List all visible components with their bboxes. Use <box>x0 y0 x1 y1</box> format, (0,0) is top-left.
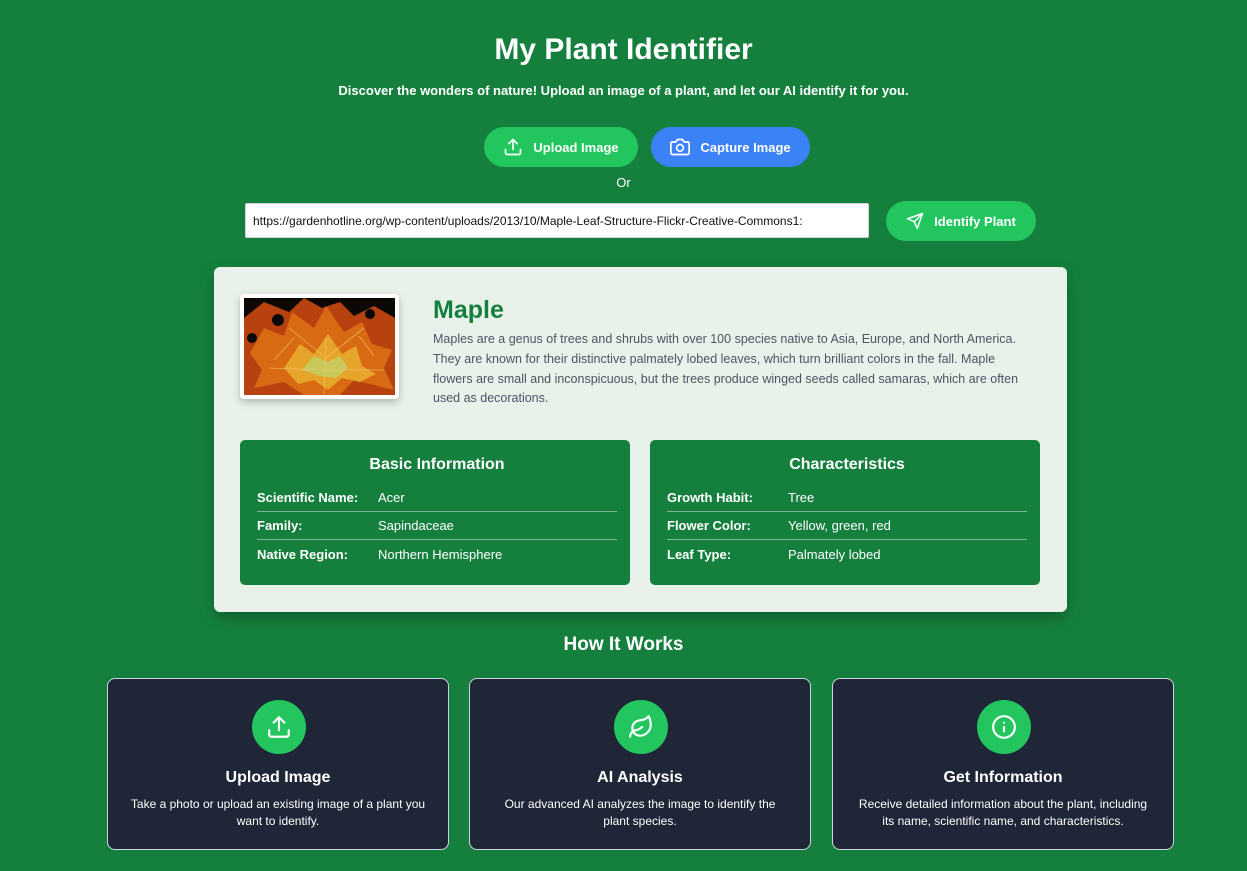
info-label: Leaf Type: <box>667 546 732 562</box>
info-label: Native Region: <box>257 546 349 562</box>
info-value: Northern Hemisphere <box>378 546 503 562</box>
result-card: Maple Maples are a genus of trees and sh… <box>214 267 1067 612</box>
info-row-flower-color: Flower Color: Yellow, green, red <box>667 512 1027 540</box>
upload-image-label: Upload Image <box>533 139 619 155</box>
step-card-ai-analysis: AI Analysis Our advanced AI analyzes the… <box>469 678 811 850</box>
how-it-works-title: How It Works <box>563 634 684 655</box>
step-icon-circle <box>252 700 306 754</box>
or-separator: Or <box>616 175 631 190</box>
info-label: Family: <box>257 518 303 533</box>
step-card-get-information: Get Information Receive detailed informa… <box>832 678 1174 850</box>
step-description: Receive detailed information about the p… <box>858 797 1148 828</box>
info-row-family: Family: Sapindaceae <box>257 512 617 540</box>
info-row-leaf-type: Leaf Type: Palmately lobed <box>667 540 1027 568</box>
info-row-scientific-name: Scientific Name: Acer <box>257 484 617 512</box>
upload-icon <box>505 138 522 156</box>
plant-name: Maple <box>433 296 504 324</box>
info-value: Yellow, green, red <box>788 518 891 533</box>
info-value: Acer <box>378 490 405 505</box>
step-title: AI Analysis <box>597 769 683 786</box>
image-url-input[interactable] <box>245 203 869 238</box>
info-icon <box>992 715 1016 739</box>
step-title: Upload Image <box>225 769 331 786</box>
basic-information-title: Basic Information <box>369 456 505 473</box>
step-description: Our advanced AI analyzes the image to id… <box>504 797 776 828</box>
leaf-icon <box>629 715 652 738</box>
characteristics-title: Characteristics <box>789 456 905 473</box>
info-label: Flower Color: <box>667 518 751 533</box>
capture-image-label: Capture Image <box>700 139 791 155</box>
step-icon-circle <box>977 700 1031 754</box>
upload-icon <box>268 716 290 738</box>
characteristics-panel: Characteristics Growth Habit: Tree Flowe… <box>650 440 1040 585</box>
page-title: My Plant Identifier <box>494 33 753 66</box>
step-title: Get Information <box>943 769 1063 786</box>
page-subtitle: Discover the wonders of nature! Upload a… <box>338 83 909 98</box>
send-icon <box>906 212 924 230</box>
plant-image <box>240 294 399 399</box>
identify-plant-button[interactable]: Identify Plant <box>886 201 1036 241</box>
maple-leaf-photo <box>244 298 395 395</box>
info-value: Tree <box>788 490 815 505</box>
info-label: Scientific Name: <box>257 490 359 505</box>
identify-plant-label: Identify Plant <box>934 213 1016 229</box>
info-value: Palmately lobed <box>788 546 881 562</box>
plant-description: Maples are a genus of trees and shrubs w… <box>433 332 1019 406</box>
upload-image-button[interactable]: Upload Image <box>484 127 638 167</box>
info-label: Growth Habit: <box>667 490 753 505</box>
step-icon-circle <box>614 700 668 754</box>
step-card-upload: Upload Image Take a photo or upload an e… <box>107 678 449 850</box>
basic-information-panel: Basic Information Scientific Name: Acer … <box>240 440 630 585</box>
info-value: Sapindaceae <box>378 518 454 533</box>
info-row-growth-habit: Growth Habit: Tree <box>667 484 1027 512</box>
info-row-native-region: Native Region: Northern Hemisphere <box>257 540 617 568</box>
camera-icon <box>670 138 691 156</box>
step-description: Take a photo or upload an existing image… <box>130 797 426 828</box>
capture-image-button[interactable]: Capture Image <box>651 127 810 167</box>
